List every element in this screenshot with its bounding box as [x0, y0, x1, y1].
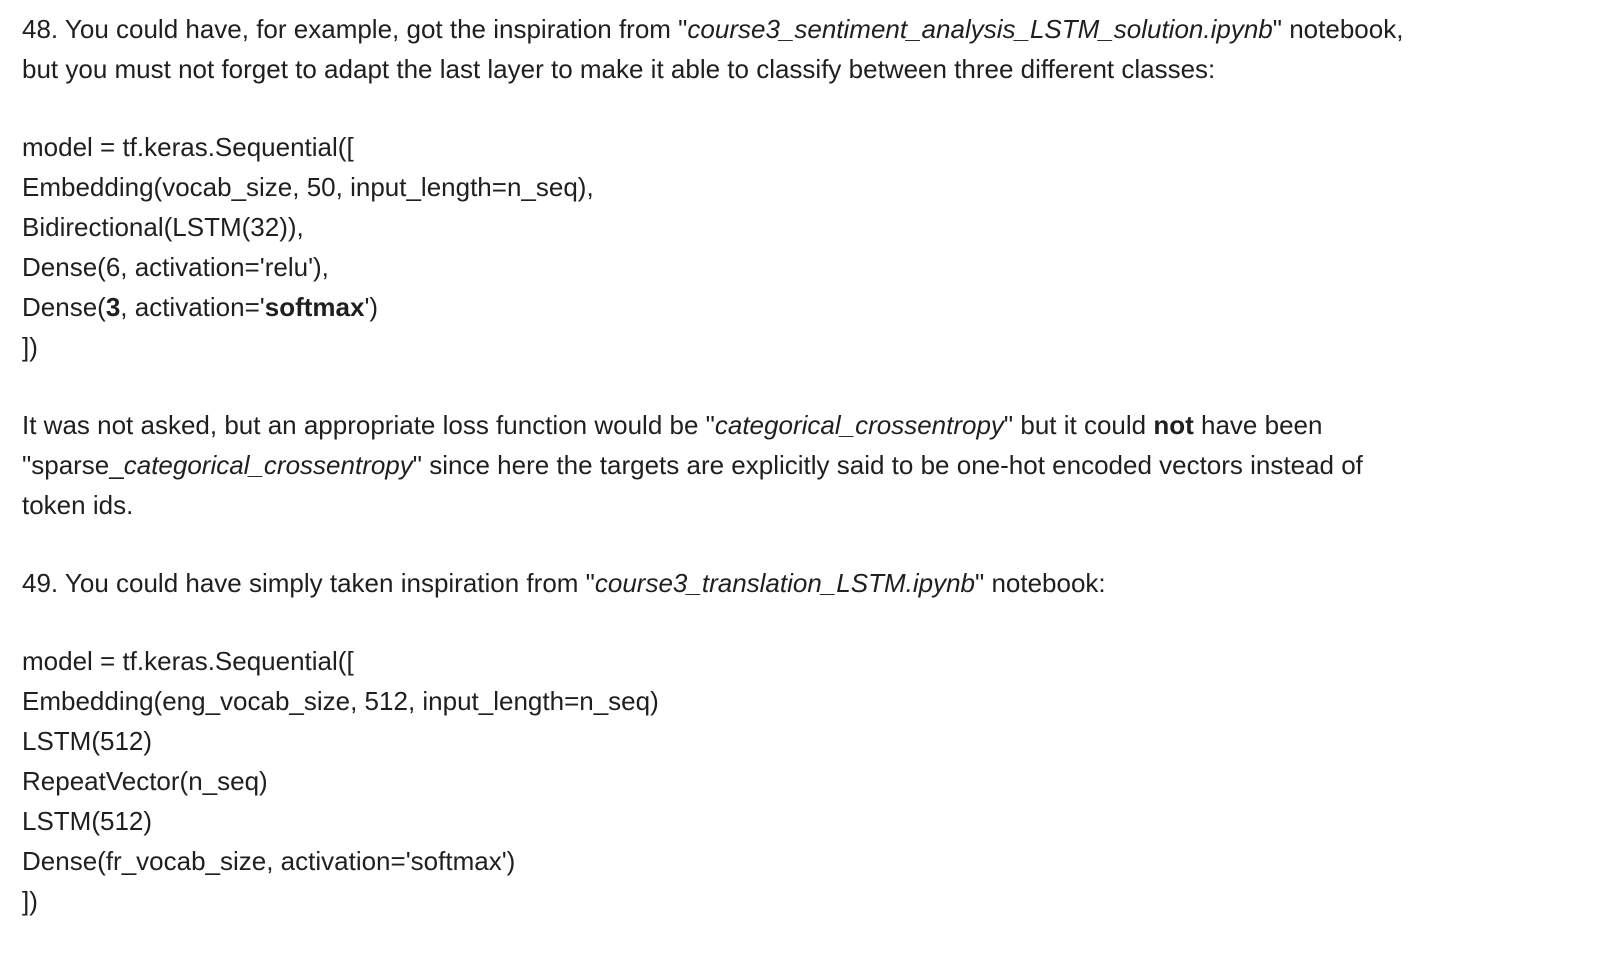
q48-code-line-2: Embedding(vocab_size, 50, input_length=n…	[22, 172, 594, 202]
activation-bold: softmax	[264, 292, 365, 322]
code-fragment: Dense(	[22, 292, 106, 322]
loss-text: " since here the targets are explicitly …	[412, 450, 1363, 480]
q49-code-line-5: LSTM(512)	[22, 806, 153, 836]
loss-name: categorical_crossentropy	[714, 410, 1004, 440]
q48-intro-line-2: but you must not forget to adapt the las…	[22, 54, 1216, 84]
output-units-bold: 3	[105, 292, 121, 322]
loss-name: categorical_crossentropy	[123, 450, 413, 480]
q49-code-line-1: model = tf.keras.Sequential([	[22, 646, 354, 676]
loss-text: have been	[1193, 410, 1323, 440]
q48-loss-line-3: token ids.	[22, 490, 134, 520]
q48-intro-suffix: " notebook,	[1272, 14, 1404, 44]
q48-intro-text: 48. You could have, for example, got the…	[22, 14, 688, 44]
document-body: 48. You could have, for example, got the…	[22, 9, 1582, 921]
q49-intro-suffix: " notebook:	[975, 568, 1106, 598]
code-fragment: ')	[364, 292, 379, 322]
code-fragment: , activation='	[120, 292, 265, 322]
q49-code-line-3: LSTM(512)	[22, 726, 153, 756]
q49-code-line-2: Embedding(eng_vocab_size, 512, input_len…	[22, 686, 659, 716]
q48-code-line-4: Dense(6, activation='relu'),	[22, 252, 329, 282]
q49-code-line-4: RepeatVector(n_seq)	[22, 766, 268, 796]
q49-intro-line-1: 49. You could have simply taken inspirat…	[22, 563, 1582, 603]
q48-notebook-name: course3_sentiment_analysis_LSTM_solution…	[687, 14, 1273, 44]
loss-text: "sparse_	[22, 450, 124, 480]
loss-text: " but it could	[1003, 410, 1154, 440]
q48-code-line-3: Bidirectional(LSTM(32)),	[22, 212, 304, 242]
q48-code-line-1: model = tf.keras.Sequential([	[22, 132, 354, 162]
loss-text: It was not asked, but an appropriate los…	[22, 410, 715, 440]
q48-code-line-5: Dense(3, activation='softmax')	[22, 287, 1582, 327]
q48-loss-line-1: It was not asked, but an appropriate los…	[22, 405, 1582, 445]
q49-code-line-6: Dense(fr_vocab_size, activation='softmax…	[22, 846, 516, 876]
q48-code-line-6: ])	[22, 332, 38, 362]
q48-loss-line-2: "sparse_categorical_crossentropy" since …	[22, 445, 1582, 485]
q48-intro-line-1: 48. You could have, for example, got the…	[22, 9, 1582, 49]
emphasis-not: not	[1153, 410, 1194, 440]
q49-intro-text: 49. You could have simply taken inspirat…	[22, 568, 595, 598]
q49-code-line-7: ])	[22, 886, 38, 916]
q49-notebook-name: course3_translation_LSTM.ipynb	[594, 568, 975, 598]
